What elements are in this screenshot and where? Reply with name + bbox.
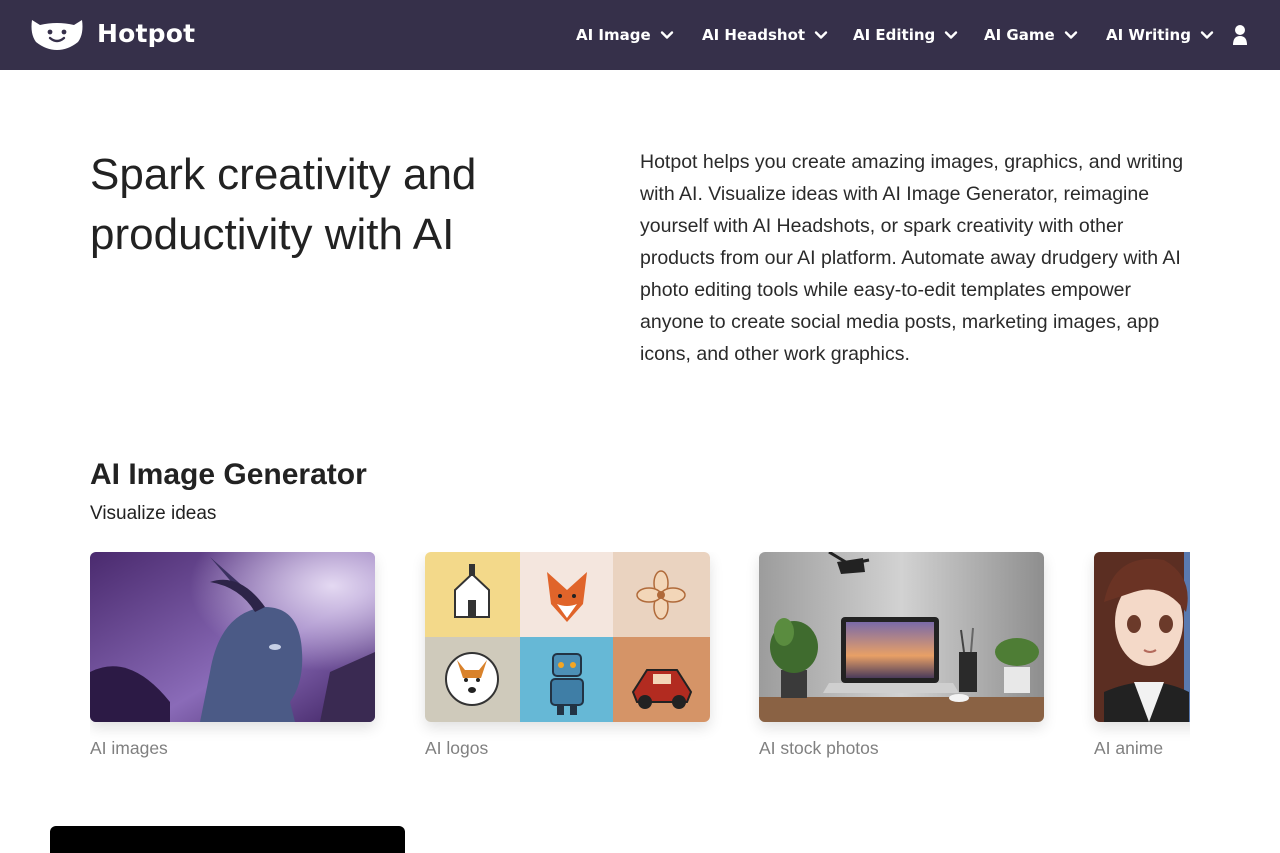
chevron-down-icon xyxy=(814,28,828,42)
nav-label: AI Headshot xyxy=(702,26,806,44)
card-ai-anime[interactable]: AI anime xyxy=(1094,552,1190,759)
hero-title: Spark creativity and productivity with A… xyxy=(90,150,477,259)
nav-ai-headshot[interactable]: AI Headshot xyxy=(702,0,828,70)
card-label: AI logos xyxy=(425,738,489,758)
nav-ai-editing[interactable]: AI Editing xyxy=(853,0,958,70)
nav-label: AI Writing xyxy=(1106,26,1191,44)
section-title: AI Image Generator xyxy=(90,458,367,491)
section-subtitle: Visualize ideas xyxy=(90,503,217,524)
hotpot-face-logo-icon xyxy=(30,18,84,50)
nav-ai-image[interactable]: AI Image xyxy=(576,0,674,70)
chevron-down-icon xyxy=(1200,28,1214,42)
chevron-down-icon xyxy=(660,28,674,42)
dark-promo-block xyxy=(50,826,405,853)
nav-label: AI Game xyxy=(984,26,1055,44)
laptop-desk-photo-image xyxy=(759,552,1044,722)
hero-description: Hotpot helps you create amazing images, … xyxy=(640,151,1184,365)
card-label: AI anime xyxy=(1094,738,1164,758)
fantasy-elf-portrait-image xyxy=(90,552,375,722)
card-label: AI images xyxy=(90,738,168,758)
card-ai-logos[interactable]: AI logos xyxy=(425,552,710,759)
top-navigation-bar: Hotpot AI Image AI Headshot AI Editing A… xyxy=(0,0,1280,70)
brand-name: Hotpot xyxy=(97,19,196,48)
hotpot-logo-link[interactable]: Hotpot xyxy=(30,18,195,50)
nav-ai-game[interactable]: AI Game xyxy=(984,0,1078,70)
card-ai-stock-photos[interactable]: AI stock photos xyxy=(759,552,1044,759)
nav-label: AI Editing xyxy=(853,26,936,44)
chevron-down-icon xyxy=(1064,28,1078,42)
feature-card-carousel: AI images AI logos AI stock photos AI an… xyxy=(90,552,1190,772)
user-icon[interactable] xyxy=(1230,24,1250,46)
card-label: AI stock photos xyxy=(759,738,879,758)
chevron-down-icon xyxy=(944,28,958,42)
anime-girl-portrait-image xyxy=(1094,552,1190,722)
nav-label: AI Image xyxy=(576,26,651,44)
nav-ai-writing[interactable]: AI Writing xyxy=(1106,0,1214,70)
logo-grid-image xyxy=(425,552,710,722)
card-ai-images[interactable]: AI images xyxy=(90,552,375,759)
